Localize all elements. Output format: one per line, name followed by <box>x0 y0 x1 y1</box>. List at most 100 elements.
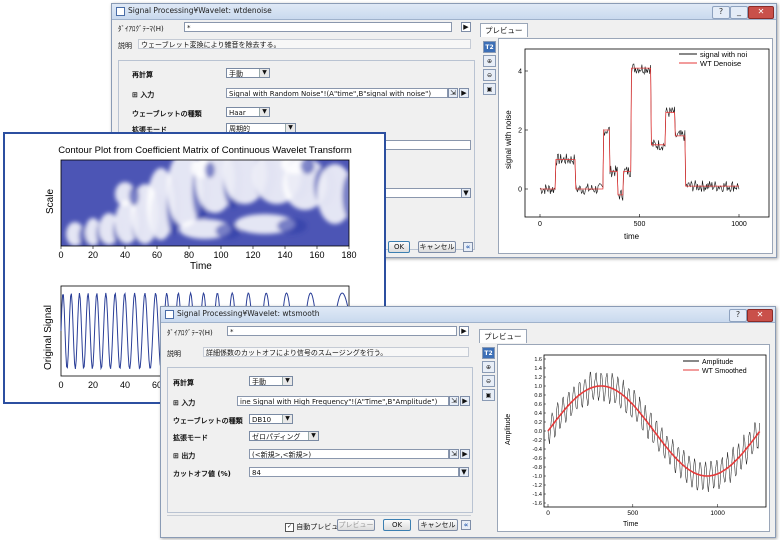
zoom-in-icon[interactable]: ⊕ <box>482 361 495 373</box>
time-tick-label: 80 <box>184 250 194 260</box>
select-range-button[interactable]: ⇲ <box>449 396 459 406</box>
y-tick-label: 2 <box>518 128 522 135</box>
preview-button[interactable]: プレビュー <box>337 519 375 531</box>
x-tick-label: 0 <box>538 221 542 228</box>
contour-blob-dark <box>205 162 215 178</box>
app-icon <box>165 310 174 319</box>
y-tick-label: 0.8 <box>534 393 542 399</box>
input-range-field[interactable]: ine Signal with High Frequency"!(A"Time"… <box>237 396 449 406</box>
y-tick-label: -1.6 <box>533 501 542 507</box>
close-button[interactable]: ✕ <box>748 6 774 19</box>
wtsmooth-titlebar[interactable]: Signal Processing¥Wavelet: wtsmooth ? ✕ <box>161 307 775 323</box>
time-tick-label: 60 <box>152 250 162 260</box>
close-button[interactable]: ✕ <box>747 309 773 322</box>
preview-toolbar: T2 ⊕ ⊖ ▣ <box>482 347 496 403</box>
extra-dropdown-button[interactable]: ▼ <box>461 188 471 198</box>
x-tick-label: 500 <box>627 510 638 517</box>
extension-select[interactable]: ゼロパディング ▼ <box>249 431 319 441</box>
recalc-select[interactable]: 手動 ▼ <box>226 68 270 78</box>
denoise-xlabel: time <box>624 232 640 241</box>
wtdenoise-titlebar[interactable]: Signal Processing¥Wavelet: wtdenoise ? _… <box>112 4 776 20</box>
time-tick-label: 180 <box>341 250 356 260</box>
output-field[interactable]: (<新規>,<新規>) <box>249 449 449 459</box>
y-tick-label: 0.4 <box>534 411 542 417</box>
cancel-button[interactable]: キャンセル <box>418 241 456 253</box>
dialog-theme-combo[interactable]: * <box>227 326 457 336</box>
input-range-field[interactable]: Signal with Random Noise"!(A"time",B"sig… <box>226 88 448 98</box>
wt-smoothed-series <box>547 385 761 477</box>
t2-icon[interactable]: T2 <box>483 41 496 53</box>
contour-title: Contour Plot from Coefficient Matrix of … <box>58 145 352 156</box>
original-signal-label: Original Signal <box>43 305 54 370</box>
wavelet-select[interactable]: Haar ▼ <box>226 107 270 117</box>
t2-icon[interactable]: T2 <box>482 347 495 359</box>
help-button[interactable]: ? <box>712 6 730 19</box>
y-tick-label: 1.2 <box>534 375 542 381</box>
denoise-ylabel: signal with noise <box>504 110 513 169</box>
wavelet-select[interactable]: DB10 ▼ <box>249 414 293 424</box>
x-tick-label: 0 <box>546 510 550 517</box>
fit-icon[interactable]: ▣ <box>483 83 496 95</box>
legend-wt-denoise: WT Denoise <box>700 59 741 68</box>
y-tick-label: 0.0 <box>534 429 542 435</box>
cutoff-dropdown-button[interactable]: ▼ <box>459 467 469 477</box>
dialog-theme-combo[interactable]: * <box>184 22 452 32</box>
amplitude-ylabel: Amplitude <box>505 414 512 445</box>
x-tick-label: 500 <box>634 221 646 228</box>
zoom-in-icon[interactable]: ⊕ <box>483 55 496 67</box>
description-label: 説明 <box>167 350 181 358</box>
theme-menu-button[interactable]: ▶ <box>459 326 469 336</box>
ok-button[interactable]: OK <box>383 519 411 531</box>
chevron-down-icon: ▼ <box>308 432 318 440</box>
y-tick-label: 0.6 <box>534 402 542 408</box>
chevron-down-icon: ▼ <box>282 377 292 385</box>
range-menu-button[interactable]: ▶ <box>460 396 470 406</box>
time-tick-label: 0 <box>58 250 63 260</box>
fit-icon[interactable]: ▣ <box>482 389 495 401</box>
time-axis-label: Time <box>190 261 212 272</box>
ok-button[interactable]: OK <box>388 241 410 253</box>
time-tick-label: 100 <box>213 250 228 260</box>
denoise-preview-chart: signal with noise time 0 2 4 0 500 1000 sign… <box>498 38 773 254</box>
help-button[interactable]: ? <box>729 309 747 322</box>
preview-tab[interactable]: プレビュー <box>479 329 527 343</box>
recalc-select[interactable]: 手動 ▼ <box>249 376 293 386</box>
contour-blob-dark <box>129 186 139 206</box>
zoom-out-icon[interactable]: ⊖ <box>482 375 495 387</box>
chevron-down-icon: ▼ <box>259 108 269 116</box>
theme-menu-button[interactable]: ▶ <box>461 22 471 32</box>
description-box: ウェーブレット変換により雑音を除去する。 <box>138 39 471 49</box>
output-menu-button[interactable]: ▶ <box>460 449 470 459</box>
input-label: ⊞ 入力 <box>132 91 155 99</box>
signal-with-noise-series <box>539 63 740 201</box>
preview-tab[interactable]: プレビュー <box>480 23 528 37</box>
input-label: ⊞ 入力 <box>173 399 196 407</box>
time-tick-label: 160 <box>309 250 324 260</box>
wtsmooth-dialog: Signal Processing¥Wavelet: wtsmooth ? ✕ … <box>160 306 776 538</box>
contour-blob-dark <box>342 172 349 220</box>
wavelet-label: ウェーブレットの種類 <box>132 110 202 118</box>
minimize-button[interactable]: _ <box>730 6 748 19</box>
output-select-button[interactable]: ⇲ <box>449 449 459 459</box>
cancel-button[interactable]: キャンセル <box>418 519 458 531</box>
y-tick-label: -1.2 <box>533 483 542 489</box>
time-xlabel: Time <box>623 521 638 528</box>
legend-signal-with-noise: signal with noi <box>700 50 747 59</box>
smooth-chart-svg: 1.6 1.4 1.2 1.0 0.8 0.6 0.4 0.2 0.0 -0.2 -0.4 -0.6 -… <box>505 354 767 528</box>
zoom-out-icon[interactable]: ⊖ <box>483 69 496 81</box>
time-tick-label: 20 <box>88 250 98 260</box>
auto-preview-checkbox[interactable]: ✓ <box>285 522 294 532</box>
cutoff-input[interactable]: 84 <box>249 467 459 477</box>
description-box: 詳細係数のカットオフにより信号のスムージングを行う。 <box>203 347 469 357</box>
y-tick-label: -1.0 <box>533 474 542 480</box>
collapse-preview-button[interactable]: « <box>461 520 471 530</box>
wt-denoise-series <box>540 67 739 196</box>
description-label: 説明 <box>118 42 132 50</box>
y-tick-label: 1.4 <box>534 366 542 372</box>
legend-amplitude: Amplitude <box>702 359 733 366</box>
collapse-preview-button[interactable]: « <box>463 242 473 252</box>
range-menu-button[interactable]: ▶ <box>459 88 469 98</box>
select-range-button[interactable]: ⇲ <box>448 88 458 98</box>
y-tick-label: 0.2 <box>534 420 542 426</box>
window-title: Signal Processing¥Wavelet: wtdenoise <box>128 6 272 15</box>
